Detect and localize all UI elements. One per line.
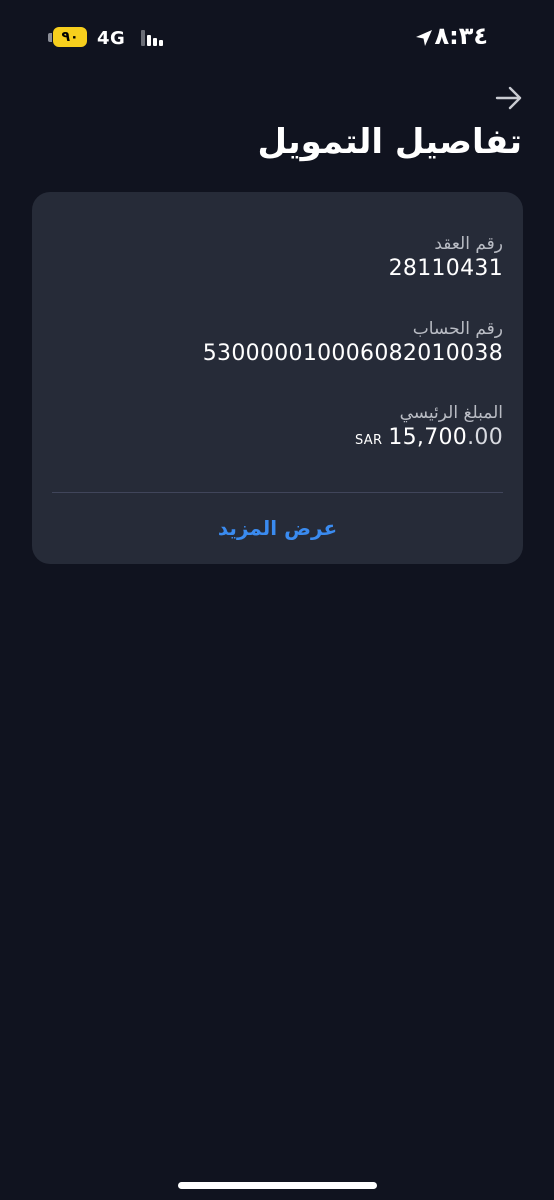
- arrow-right-icon[interactable]: [494, 84, 524, 112]
- signal-icon: [141, 30, 163, 46]
- home-indicator[interactable]: [178, 1182, 377, 1189]
- amount-integer: 15,700: [388, 425, 468, 450]
- page-title: تفاصيل التمويل: [257, 122, 522, 162]
- principal-amount-field: المبلغ الرئيسي SAR 15,700.00: [355, 403, 503, 450]
- screen: ٩٠ 4G ٨:٣٤ تفاصيل التمويل رقم العقد 2811…: [0, 0, 554, 1200]
- battery-level: ٩٠: [53, 27, 87, 47]
- show-more-button[interactable]: عرض المزيد: [32, 516, 523, 540]
- currency-code: SAR: [355, 433, 383, 448]
- battery-tip: [48, 32, 52, 42]
- financing-details-card: رقم العقد 28110431 رقم الحساب 5300000100…: [32, 192, 523, 564]
- principal-amount-value: SAR 15,700.00: [355, 425, 503, 450]
- divider: [52, 492, 503, 493]
- contract-number-field: رقم العقد 28110431: [389, 234, 503, 281]
- clock: ٨:٣٤: [434, 22, 488, 50]
- account-number-field: رقم الحساب 530000010006082010038: [203, 319, 503, 366]
- contract-number-value: 28110431: [388, 256, 503, 281]
- account-number-label: رقم الحساب: [412, 319, 503, 339]
- status-bar: ٩٠ 4G ٨:٣٤: [0, 0, 554, 80]
- amount-decimals: .00: [467, 425, 503, 450]
- battery-indicator: ٩٠: [48, 27, 87, 47]
- principal-amount-label: المبلغ الرئيسي: [399, 403, 503, 423]
- network-type: 4G: [97, 28, 126, 49]
- account-number-value: 530000010006082010038: [202, 341, 503, 366]
- contract-number-label: رقم العقد: [434, 234, 503, 254]
- location-arrow-icon: [416, 30, 432, 46]
